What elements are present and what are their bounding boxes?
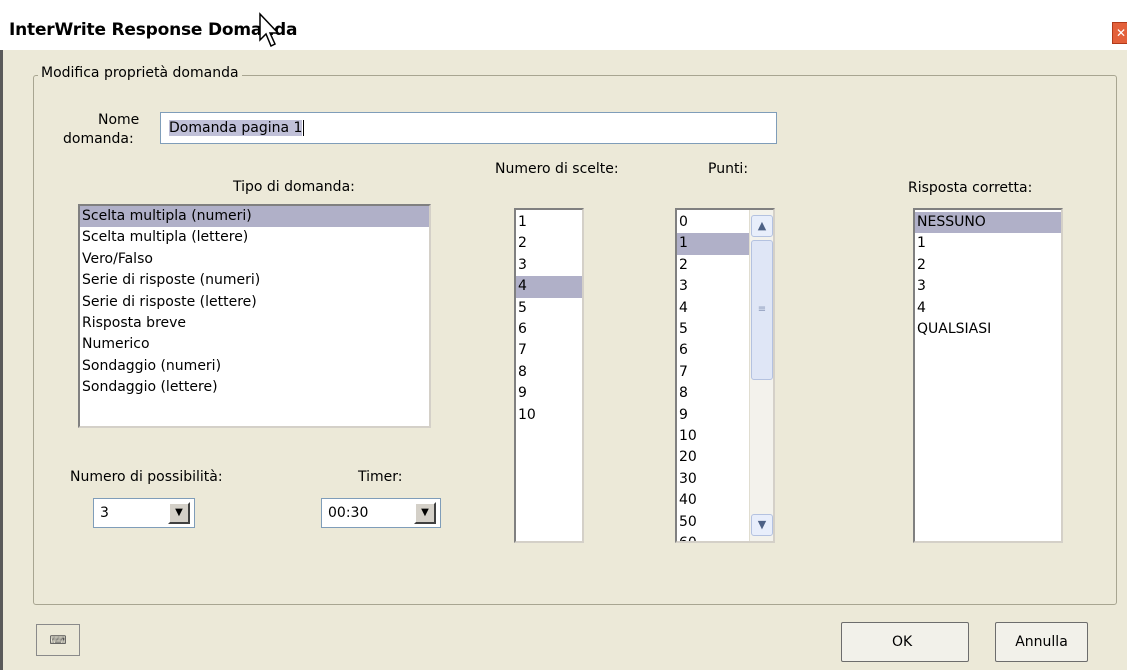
close-icon: ✕ [1115,26,1127,40]
choices-option[interactable]: 10 [516,405,582,426]
cancel-button-label: Annulla [1015,634,1068,650]
timer-label: Timer: [358,469,403,485]
question-type-option[interactable]: Sondaggio (lettere) [80,377,429,398]
question-type-option[interactable]: Serie di risposte (lettere) [80,292,429,313]
question-type-list[interactable]: Scelta multipla (numeri) Scelta multipla … [78,204,431,428]
choices-option[interactable]: 7 [516,340,582,361]
points-option[interactable]: 3 [677,276,749,297]
timer-value: 00:30 [328,505,369,521]
points-label: Punti: [708,161,749,177]
chevron-up-icon: ▲ [757,219,767,232]
choices-label: Numero di scelte: [495,161,619,177]
points-option[interactable]: 6 [677,340,749,361]
chevron-down-icon: ▼ [175,507,183,518]
correct-answer-option[interactable]: QUALSIASI [915,319,1061,340]
window-border [0,50,3,670]
points-option[interactable]: 5 [677,319,749,340]
grip-icon: ≡ [757,304,767,315]
keyboard-icon: ⌨ [49,633,67,647]
attempts-dropdown[interactable]: 3 ▼ [93,498,195,528]
points-option[interactable]: 9 [677,405,749,426]
keyboard-button[interactable]: ⌨ [36,624,80,656]
points-option[interactable]: 10 [677,426,749,447]
question-type-option[interactable]: Vero/Falso [80,249,429,270]
correct-answer-option[interactable]: 4 [915,298,1061,319]
choices-option[interactable]: 3 [516,255,582,276]
correct-answer-option[interactable]: NESSUNO [915,212,1061,234]
points-scrollbar[interactable]: ▲ ≡ ▼ [749,210,773,541]
scroll-thumb[interactable]: ≡ [751,240,773,380]
ok-button[interactable]: OK [841,622,969,662]
choices-option[interactable]: 9 [516,383,582,404]
text-caret [303,120,305,136]
points-option[interactable]: 60 [677,533,749,541]
scroll-up-button[interactable]: ▲ [751,215,773,237]
points-option[interactable]: 4 [677,298,749,319]
question-name-input[interactable]: Domanda pagina 1 [160,112,777,144]
timer-dropdown[interactable]: 00:30 ▼ [321,498,441,528]
timer-dropdown-button[interactable]: ▼ [414,502,436,524]
question-type-option[interactable]: Scelta multipla (lettere) [80,227,429,248]
question-type-label: Tipo di domanda: [233,179,355,195]
points-list[interactable]: 0123456789102030405060 ▲ ≡ ▼ [675,208,775,543]
choices-option[interactable]: 2 [516,233,582,254]
close-button[interactable]: ✕ [1112,22,1127,44]
attempts-dropdown-button[interactable]: ▼ [168,502,190,524]
window-title: InterWrite Response Domanda [9,20,298,40]
chevron-down-icon: ▼ [757,518,767,531]
correct-answer-option[interactable]: 2 [915,255,1061,276]
choices-option[interactable]: 8 [516,362,582,383]
points-option[interactable]: 8 [677,383,749,404]
question-type-option[interactable]: Risposta breve [80,313,429,334]
question-type-option[interactable]: Scelta multipla (numeri) [80,206,429,228]
choices-list[interactable]: 1 2 3 4 5 6 7 8 9 10 [514,208,584,543]
chevron-down-icon: ▼ [421,507,429,518]
points-option[interactable]: 50 [677,512,749,533]
group-legend: Modifica proprietà domanda [38,65,242,81]
scroll-down-button[interactable]: ▼ [751,514,773,536]
question-type-option[interactable]: Sondaggio (numeri) [80,356,429,377]
correct-answer-option[interactable]: 1 [915,233,1061,254]
choices-option[interactable]: 6 [516,319,582,340]
cancel-button[interactable]: Annulla [995,622,1088,662]
points-option[interactable]: 1 [677,233,749,255]
points-option[interactable]: 2 [677,255,749,276]
points-option[interactable]: 40 [677,490,749,511]
correct-answer-label: Risposta corretta: [908,180,1033,196]
choices-option[interactable]: 5 [516,298,582,319]
attempts-label: Numero di possibilità: [70,469,223,485]
choices-option[interactable]: 1 [516,212,582,233]
correct-answer-list[interactable]: NESSUNO 1 2 3 4 QUALSIASI [913,208,1063,543]
question-name-value: Domanda pagina 1 [169,120,303,136]
question-type-option[interactable]: Numerico [80,334,429,355]
name-label-line1: Nome [98,112,140,128]
attempts-value: 3 [100,505,109,521]
points-option[interactable]: 7 [677,362,749,383]
mouse-cursor-icon [259,12,280,48]
name-label-line2: domanda: [63,131,134,147]
points-option[interactable]: 20 [677,447,749,468]
points-option[interactable]: 30 [677,469,749,490]
points-option[interactable]: 0 [677,212,749,233]
choices-option[interactable]: 4 [516,276,582,298]
question-type-option[interactable]: Serie di risposte (numeri) [80,270,429,291]
correct-answer-option[interactable]: 3 [915,276,1061,297]
ok-button-label: OK [892,634,913,650]
